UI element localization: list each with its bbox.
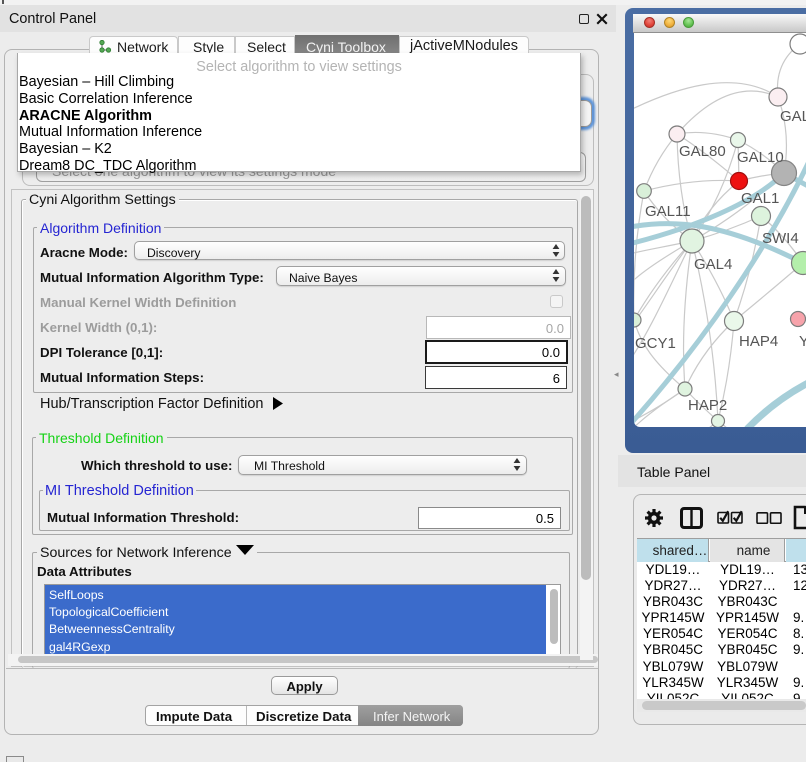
- svg-text:Y: Y: [799, 333, 806, 350]
- svg-text:GCY1: GCY1: [635, 335, 676, 352]
- svg-text:GAL80: GAL80: [679, 143, 726, 160]
- svg-text:GAL7: GAL7: [780, 108, 806, 125]
- svg-text:GAL11: GAL11: [645, 203, 691, 220]
- svg-text:SWI4: SWI4: [762, 230, 799, 247]
- svg-text:GAL1: GAL1: [741, 190, 779, 207]
- svg-text:HAP4: HAP4: [739, 333, 778, 350]
- svg-text:GAL10: GAL10: [737, 149, 784, 166]
- svg-text:HAP2: HAP2: [688, 397, 727, 414]
- svg-text:GAL4: GAL4: [694, 256, 732, 273]
